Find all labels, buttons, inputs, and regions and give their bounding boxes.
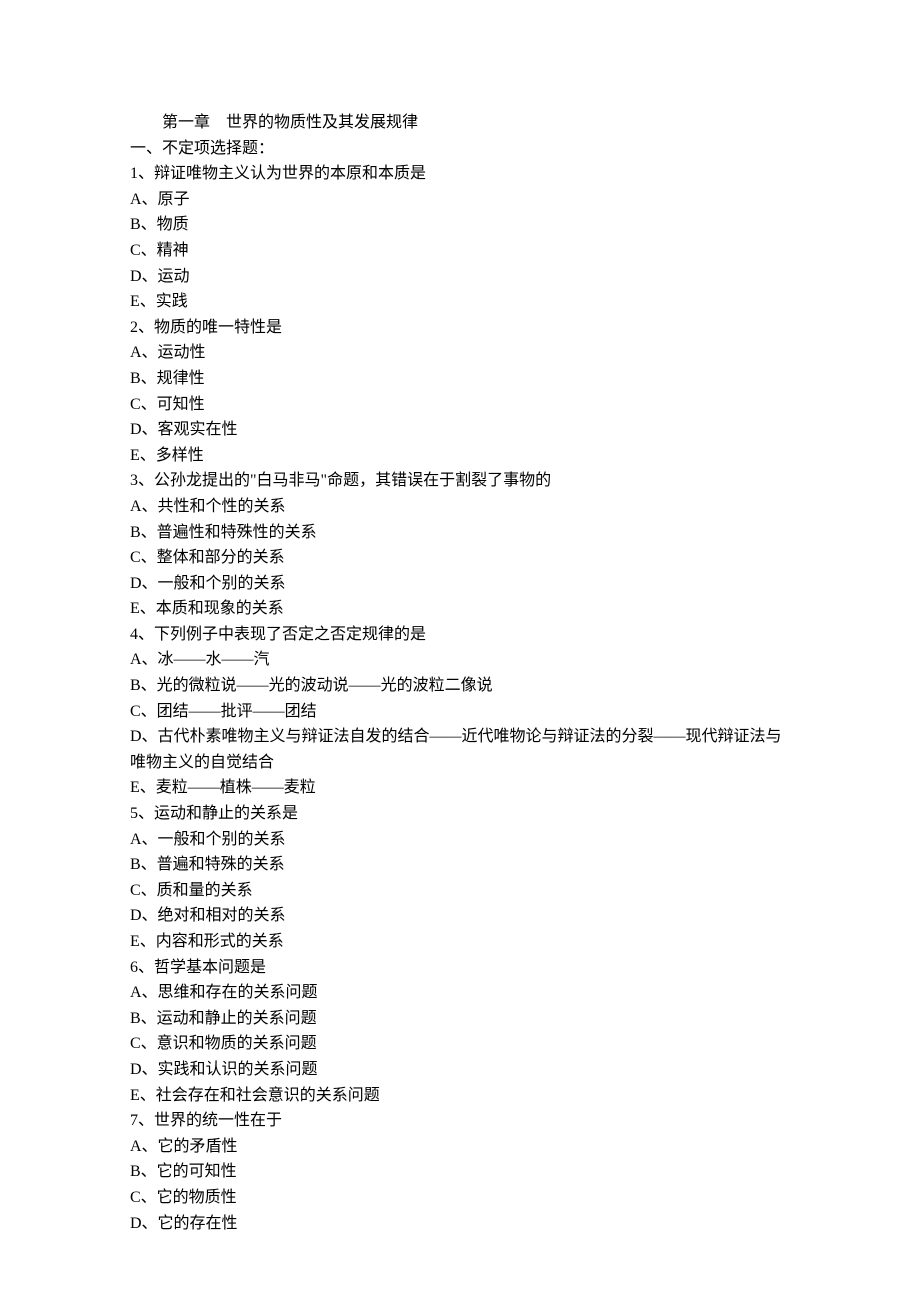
question-option: B、运动和静止的关系问题 <box>130 1006 790 1032</box>
question-stem: 5、运动和静止的关系是 <box>130 801 790 827</box>
question-option: D、运动 <box>130 264 790 290</box>
question-option: A、运动性 <box>130 340 790 366</box>
question-option: E、多样性 <box>130 443 790 469</box>
question-option: B、普遍和特殊的关系 <box>130 852 790 878</box>
question-option: C、整体和部分的关系 <box>130 545 790 571</box>
question-option: D、绝对和相对的关系 <box>130 903 790 929</box>
question-option: A、思维和存在的关系问题 <box>130 980 790 1006</box>
question-option: C、它的物质性 <box>130 1185 790 1211</box>
question-option: C、团结——批评——团结 <box>130 699 790 725</box>
question-stem: 6、哲学基本问题是 <box>130 955 790 981</box>
question-option: E、本质和现象的关系 <box>130 596 790 622</box>
question-stem: 1、辩证唯物主义认为世界的本原和本质是 <box>130 161 790 187</box>
chapter-title: 第一章 世界的物质性及其发展规律 <box>130 110 790 136</box>
question-option: D、古代朴素唯物主义与辩证法自发的结合——近代唯物论与辩证法的分裂——现代辩证法… <box>130 724 790 775</box>
question-option: C、可知性 <box>130 392 790 418</box>
question-option: A、它的矛盾性 <box>130 1134 790 1160</box>
question-option: C、意识和物质的关系问题 <box>130 1031 790 1057</box>
question-option: E、社会存在和社会意识的关系问题 <box>130 1083 790 1109</box>
question-option: D、它的存在性 <box>130 1211 790 1237</box>
question-stem: 2、物质的唯一特性是 <box>130 315 790 341</box>
question-option: C、质和量的关系 <box>130 878 790 904</box>
section-heading: 一、不定项选择题： <box>130 136 790 162</box>
question-option: D、一般和个别的关系 <box>130 571 790 597</box>
question-option: B、物质 <box>130 212 790 238</box>
question-option: A、一般和个别的关系 <box>130 827 790 853</box>
question-option: A、共性和个性的关系 <box>130 494 790 520</box>
question-option: B、普遍性和特殊性的关系 <box>130 520 790 546</box>
question-option: B、规律性 <box>130 366 790 392</box>
question-option: A、冰——水——汽 <box>130 647 790 673</box>
question-stem: 7、世界的统一性在于 <box>130 1108 790 1134</box>
question-option: E、麦粒——植株——麦粒 <box>130 775 790 801</box>
question-option: A、原子 <box>130 187 790 213</box>
question-option: C、精神 <box>130 238 790 264</box>
question-stem: 4、下列例子中表现了否定之否定规律的是 <box>130 622 790 648</box>
question-stem: 3、公孙龙提出的"白马非马"命题，其错误在于割裂了事物的 <box>130 468 790 494</box>
question-option: B、它的可知性 <box>130 1159 790 1185</box>
question-option: E、实践 <box>130 289 790 315</box>
question-option: D、客观实在性 <box>130 417 790 443</box>
question-option: B、光的微粒说——光的波动说——光的波粒二像说 <box>130 673 790 699</box>
question-option: D、实践和认识的关系问题 <box>130 1057 790 1083</box>
question-option: E、内容和形式的关系 <box>130 929 790 955</box>
